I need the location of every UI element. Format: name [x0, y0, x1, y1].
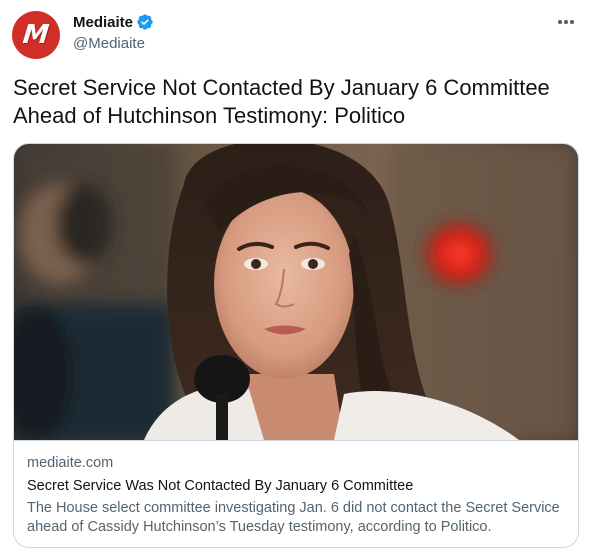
tweet-text: Secret Service Not Contacted By January … [13, 75, 550, 128]
display-name[interactable]: Mediaite [73, 14, 133, 31]
link-preview-card[interactable]: mediaite.com Secret Service Was Not Cont… [13, 143, 579, 548]
avatar[interactable]: M [12, 11, 60, 59]
card-title: Secret Service Was Not Contacted By Janu… [27, 478, 414, 494]
more-options-icon[interactable] [555, 12, 577, 32]
verified-badge-icon [136, 13, 154, 31]
card-meta: mediaite.com Secret Service Was Not Cont… [14, 440, 578, 547]
author-name-row[interactable]: Mediaite [73, 13, 154, 31]
card-domain: mediaite.com [27, 455, 114, 471]
card-photo [14, 144, 578, 440]
card-description: The House select committee investigating… [27, 500, 560, 535]
avatar-logo-letter: M [21, 20, 51, 50]
author-handle[interactable]: @Mediaite [73, 35, 145, 52]
